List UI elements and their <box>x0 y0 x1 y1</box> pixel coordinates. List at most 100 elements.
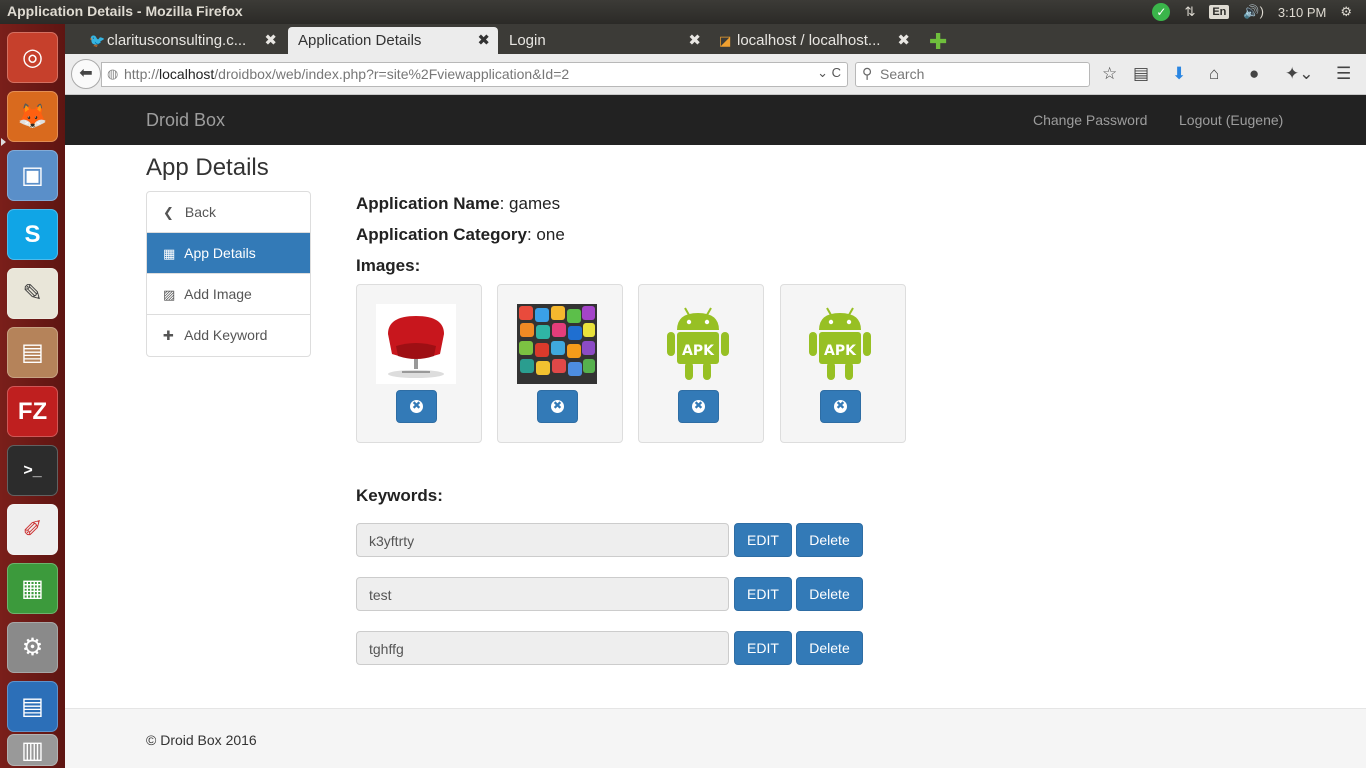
application-name-value: : games <box>499 194 561 213</box>
running-indicator <box>1 138 6 146</box>
skype-icon[interactable]: S <box>7 209 58 260</box>
brand-link[interactable]: Droid Box <box>146 110 225 131</box>
tab-label: Login <box>509 32 546 49</box>
delete-image-button[interactable]: ✖ <box>537 390 578 423</box>
hello-chat-icon[interactable]: ● <box>1249 64 1259 84</box>
android-apk-image: APK <box>800 304 880 384</box>
delete-keyword-button[interactable]: Delete <box>796 631 863 665</box>
picture-icon: ▨ <box>163 287 176 302</box>
writer-icon[interactable]: ▤ <box>7 681 58 732</box>
keyboard-layout-indicator[interactable]: En <box>1209 5 1230 19</box>
keyword-field[interactable]: test <box>356 577 729 611</box>
tab-claritus[interactable]: 🐦 claritusconsulting.c... ✖ <box>83 27 285 54</box>
site-navbar: Droid Box Change Password Logout (Eugene… <box>65 95 1366 145</box>
new-tab-icon[interactable]: ✚ <box>929 29 947 55</box>
back-arrow-icon[interactable]: ⬅ <box>71 59 101 89</box>
extension-icon[interactable]: ✦⌄ <box>1285 64 1314 84</box>
search-icon: ⚲ <box>862 65 873 81</box>
document-viewer-icon[interactable]: ✐ <box>7 504 58 555</box>
spreadsheet-icon[interactable]: ▦ <box>7 563 58 614</box>
delete-image-button[interactable]: ✖ <box>396 390 437 423</box>
volume-icon[interactable]: 🔊) <box>1243 4 1264 20</box>
delete-image-button[interactable]: ✖ <box>678 390 719 423</box>
browser-tab-bar: 🐦 claritusconsulting.c... ✖ Application … <box>65 24 1366 54</box>
image-thumbnail: ✖ <box>356 284 482 443</box>
application-category: Application Category: one <box>356 225 565 245</box>
tab-label: claritusconsulting.c... <box>107 32 247 49</box>
remove-circle-icon: ✖ <box>834 400 847 413</box>
side-item-app-details[interactable]: ▦ App Details <box>147 233 310 274</box>
claritus-favicon-icon: 🐦 <box>89 33 106 48</box>
tab-close-icon[interactable]: ✖ <box>897 31 910 49</box>
application-category-value: : one <box>526 225 565 244</box>
session-gear-icon[interactable]: ⚙ <box>1340 4 1352 20</box>
edit-keyword-button[interactable]: EDIT <box>734 631 792 665</box>
apk-label: APK <box>682 343 715 359</box>
download-icon[interactable]: ⬇ <box>1172 64 1186 84</box>
plus-icon: ✚ <box>163 328 174 343</box>
remove-circle-icon: ✖ <box>410 400 423 413</box>
tab-close-icon[interactable]: ✖ <box>688 31 701 49</box>
application-name-label: Application Name <box>356 194 500 213</box>
remove-circle-icon: ✖ <box>692 400 705 413</box>
firefox-icon[interactable]: 🦊 <box>7 91 58 142</box>
url-host: localhost <box>159 66 215 82</box>
edit-keyword-button[interactable]: EDIT <box>734 523 792 557</box>
side-item-label: Add Keyword <box>184 327 268 343</box>
tab-login[interactable]: Login ✖ <box>499 27 709 54</box>
reading-list-icon[interactable]: ▤ <box>1133 64 1149 84</box>
application-category-label: Application Category <box>356 225 527 244</box>
browser-nav-bar: ⬅ ◍ http://localhost/droidbox/web/index.… <box>65 54 1366 95</box>
tab-phpmyadmin[interactable]: ◪ localhost / localhost... ✖ <box>713 27 918 54</box>
terminal-icon[interactable]: >_ <box>7 445 58 496</box>
side-item-back[interactable]: ❮ Back <box>147 192 310 233</box>
update-check-icon[interactable]: ✓ <box>1152 3 1171 21</box>
search-input[interactable]: ⚲ Search <box>855 62 1090 87</box>
delete-keyword-button[interactable]: Delete <box>796 523 863 557</box>
system-top-panel: Application Details - Mozilla Firefox ✓ … <box>0 0 1366 24</box>
filezilla-icon[interactable]: FZ <box>7 386 58 437</box>
network-icon[interactable]: ⇅ <box>1184 4 1195 20</box>
apk-label: APK <box>824 343 857 359</box>
search-placeholder: Search <box>880 66 925 82</box>
site-footer: © Droid Box 2016 <box>65 708 1366 768</box>
text-editor-icon[interactable]: ✎ <box>7 268 58 319</box>
edit-keyword-button[interactable]: EDIT <box>734 577 792 611</box>
files-icon[interactable]: ▤ <box>7 327 58 378</box>
keyword-field[interactable]: k3yftrty <box>356 523 729 557</box>
side-menu: ❮ Back ▦ App Details ▨ Add Image ✚ Add K… <box>146 191 311 357</box>
phpmyadmin-favicon-icon: ◪ <box>719 33 732 48</box>
change-password-link[interactable]: Change Password <box>1033 112 1147 128</box>
unity-launcher: ◎ 🦊 ▣ S ✎ ▤ FZ >_ ✐ ▦ ⚙ ▤ ▥ <box>0 24 65 768</box>
images-heading: Images: <box>356 256 421 275</box>
delete-image-button[interactable]: ✖ <box>820 390 861 423</box>
image-thumbnail: APK ✖ <box>780 284 906 443</box>
url-dropdown-reload-icon[interactable]: ⌄ C <box>817 65 841 81</box>
grid-icon: ▦ <box>163 246 176 261</box>
keyword-field[interactable]: tghffg <box>356 631 729 665</box>
url-path: /droidbox/web/index.php?r=site%2Fviewapp… <box>214 66 570 82</box>
tab-application-details[interactable]: Application Details ✖ <box>288 27 498 54</box>
url-bar[interactable]: ◍ http://localhost/droidbox/web/index.ph… <box>101 62 848 87</box>
page-title: App Details <box>146 154 269 181</box>
side-item-label: Add Image <box>184 286 252 302</box>
tab-label: Application Details <box>298 32 422 49</box>
clock[interactable]: 3:10 PM <box>1278 5 1326 20</box>
tab-close-icon[interactable]: ✖ <box>477 31 490 49</box>
side-item-label: App Details <box>184 245 256 261</box>
delete-keyword-button[interactable]: Delete <box>796 577 863 611</box>
ubuntu-dash-icon[interactable]: ◎ <box>7 32 58 83</box>
virtualbox-icon[interactable]: ▣ <box>7 150 58 201</box>
trash-icon[interactable]: ▥ <box>7 734 58 766</box>
bookmark-star-icon[interactable]: ☆ <box>1102 64 1117 84</box>
tab-close-icon[interactable]: ✖ <box>264 31 277 49</box>
side-item-add-image[interactable]: ▨ Add Image <box>147 274 310 315</box>
tab-label: localhost / localhost... <box>737 32 881 49</box>
home-icon[interactable]: ⌂ <box>1209 64 1219 84</box>
web-page: Droid Box Change Password Logout (Eugene… <box>65 95 1366 768</box>
logout-link[interactable]: Logout (Eugene) <box>1179 112 1283 128</box>
side-item-add-keyword[interactable]: ✚ Add Keyword <box>147 315 310 356</box>
hamburger-menu-icon[interactable]: ☰ <box>1336 64 1351 84</box>
system-settings-icon[interactable]: ⚙ <box>7 622 58 673</box>
side-item-label: Back <box>184 204 217 220</box>
